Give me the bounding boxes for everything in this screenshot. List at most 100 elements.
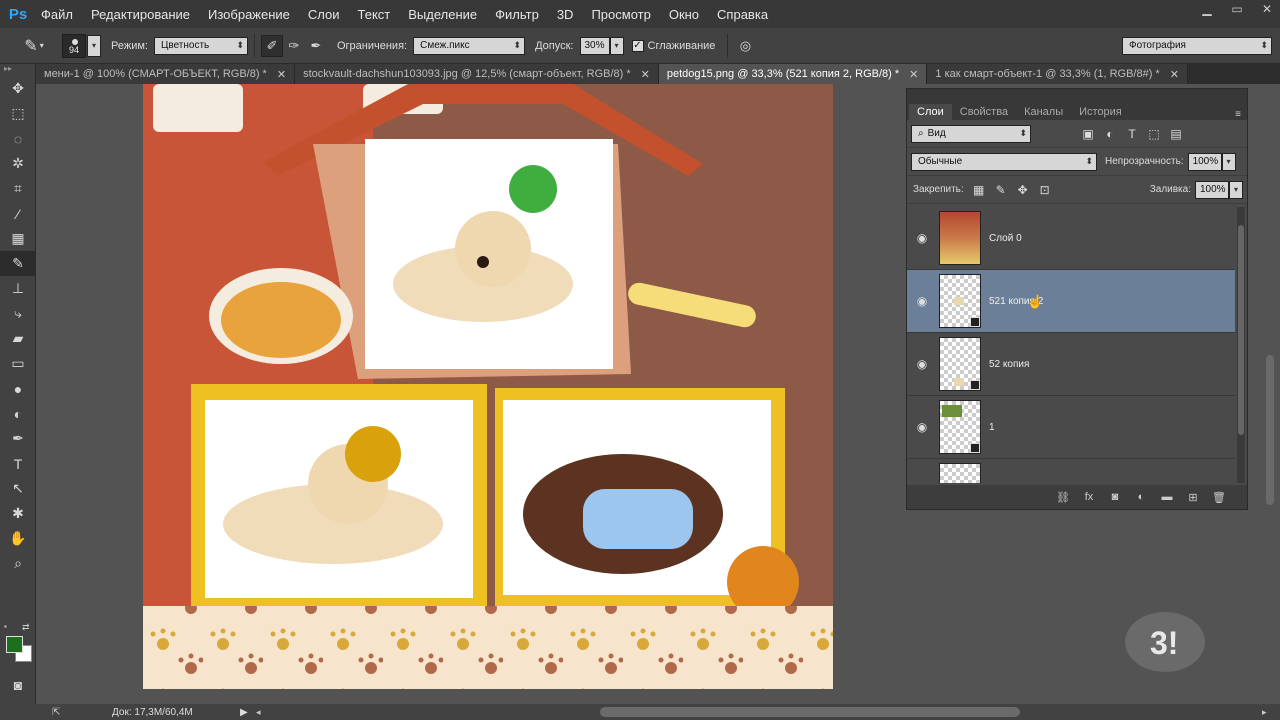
pressure-size-icon[interactable]: ◎ [734, 35, 756, 57]
quick-mask-icon[interactable]: ◙ [0, 672, 36, 697]
layers-scrollbar[interactable] [1237, 207, 1245, 483]
layer-row[interactable] [907, 459, 1235, 483]
tab-layers[interactable]: Слои [909, 104, 952, 120]
filter-type-icon[interactable]: T [1121, 124, 1143, 144]
status-menu-icon[interactable]: ▶ [240, 707, 248, 718]
foreground-color-swatch[interactable] [6, 636, 23, 653]
filter-pixel-icon[interactable]: ▣ [1077, 124, 1099, 144]
healing-tool-icon[interactable]: ▦ [0, 226, 36, 251]
eye-icon[interactable]: ◉ [907, 357, 937, 371]
adjustment-icon[interactable]: ◐ [1131, 491, 1151, 503]
move-tool-icon[interactable]: ✥ [0, 76, 36, 101]
sampling-continuous-icon[interactable]: ✐ [260, 34, 283, 57]
horizontal-scrollbar[interactable] [600, 707, 1020, 717]
path-select-tool-icon[interactable]: ↖ [0, 476, 36, 501]
opacity-input[interactable]: 100% [1187, 152, 1222, 171]
limits-select[interactable]: Смеж.пикс [413, 36, 526, 55]
crop-tool-icon[interactable]: ⌗ [0, 176, 36, 201]
scroll-right-icon[interactable]: ▸ [1262, 707, 1267, 718]
fx-icon[interactable]: fx [1079, 491, 1099, 503]
mode-select[interactable]: Цветность [153, 36, 248, 55]
tab-document-4[interactable]: 1 как смарт-объект-1 @ 33,3% (1, RGB/8#)… [927, 64, 1188, 84]
tolerance-input[interactable]: 30% [579, 36, 610, 55]
lock-pixels-icon[interactable]: ✎ [990, 180, 1012, 200]
maximize-icon[interactable]: ▭ [1230, 2, 1244, 16]
pen-tool-icon[interactable]: ✒ [0, 426, 36, 451]
document-canvas[interactable] [143, 84, 833, 689]
layer-row[interactable]: ◉ 1 [907, 396, 1235, 459]
brush-dropdown[interactable]: ▾ [87, 34, 101, 57]
mask-icon[interactable]: ◙ [1105, 491, 1125, 503]
opacity-dropdown[interactable]: ▾ [1221, 152, 1236, 171]
panel-grip[interactable]: ▸▸ [0, 64, 35, 76]
hand-tool-icon[interactable]: ✋ [0, 526, 36, 551]
blend-mode-select[interactable]: Обычные [911, 152, 1097, 171]
link-icon[interactable]: ⛓ [1053, 491, 1073, 504]
workspace-select[interactable]: Фотография [1122, 36, 1272, 55]
fill-input[interactable]: 100% [1195, 180, 1229, 199]
blur-tool-icon[interactable]: ● [0, 376, 36, 401]
lock-transparent-icon[interactable]: ▦ [968, 180, 990, 200]
panel-header[interactable] [907, 89, 1247, 103]
close-icon[interactable]: ✕ [909, 68, 918, 81]
brush-size-picker[interactable]: 94 [62, 33, 86, 58]
tab-channels[interactable]: Каналы [1016, 104, 1071, 120]
fill-dropdown[interactable]: ▾ [1229, 180, 1243, 199]
panel-menu-icon[interactable]: ≡ [1235, 109, 1241, 120]
menu-type[interactable]: Текст [349, 7, 400, 22]
zoom-tool-icon[interactable]: ⌕ [0, 551, 36, 576]
close-icon[interactable]: ✕ [1170, 68, 1179, 81]
history-brush-tool-icon[interactable]: ⤷ [0, 301, 36, 326]
filter-smart-object-icon[interactable]: ▤ [1165, 124, 1187, 144]
tab-properties[interactable]: Свойства [952, 104, 1016, 120]
layer-row[interactable]: ◉ Слой 0 [907, 207, 1235, 270]
magic-wand-tool-icon[interactable]: ✲ [0, 151, 36, 176]
tolerance-dropdown[interactable]: ▾ [609, 36, 624, 55]
close-icon[interactable]: ✕ [1260, 2, 1274, 16]
filter-adjustment-icon[interactable]: ◐ [1099, 124, 1121, 144]
menu-image[interactable]: Изображение [199, 7, 299, 22]
default-colors-icon[interactable]: ▪ [4, 622, 7, 631]
canvas-area[interactable] [36, 84, 906, 704]
tool-preset-picker[interactable]: ✎ ▾ [14, 32, 54, 60]
eye-icon[interactable]: ◉ [907, 294, 937, 308]
layer-row[interactable]: ◉ 521 копия 2 ☝ [907, 270, 1235, 333]
tab-document-2[interactable]: stockvault-dachshun103093.jpg @ 12,5% (с… [295, 64, 659, 84]
eyedropper-tool-icon[interactable]: ⁄ [0, 201, 36, 226]
menu-help[interactable]: Справка [708, 7, 777, 22]
folder-icon[interactable]: ▬ [1157, 491, 1177, 503]
tab-document-1[interactable]: мени-1 @ 100% (СМАРТ-ОБЪЕКТ, RGB/8) * ✕ [36, 64, 296, 84]
scroll-left-icon[interactable]: ◂ [256, 707, 261, 718]
lock-all-icon[interactable]: ⊡ [1034, 180, 1056, 200]
close-icon[interactable]: ✕ [641, 68, 650, 81]
tab-document-3[interactable]: petdog15.png @ 33,3% (521 копия 2, RGB/8… [658, 64, 928, 84]
close-icon[interactable]: ✕ [277, 68, 286, 81]
menu-layers[interactable]: Слои [299, 7, 349, 22]
tab-history[interactable]: История [1071, 104, 1130, 120]
lock-position-icon[interactable]: ✥ [1012, 180, 1034, 200]
menu-file[interactable]: Файл [32, 7, 82, 22]
brush-tool-icon[interactable]: ✎ [0, 251, 36, 276]
eraser-tool-icon[interactable]: ▰ [0, 326, 36, 351]
minimize-icon[interactable]: ▁ [1200, 2, 1214, 16]
marquee-tool-icon[interactable]: ⬚ [0, 101, 36, 126]
antialias-checkbox[interactable]: ✓ [631, 39, 644, 52]
trash-icon[interactable]: 🗑 [1209, 491, 1229, 504]
sampling-once-icon[interactable]: ✑ [283, 35, 305, 57]
swap-colors-icon[interactable]: ⇄ [22, 622, 30, 633]
dodge-tool-icon[interactable]: ◐ [0, 401, 36, 426]
eye-icon[interactable]: ◉ [907, 231, 937, 245]
lasso-tool-icon[interactable]: ◌ [0, 126, 36, 151]
window-scrollbar[interactable] [1266, 355, 1274, 505]
stamp-tool-icon[interactable]: ⊥ [0, 276, 36, 301]
menu-edit[interactable]: Редактирование [82, 7, 199, 22]
menu-window[interactable]: Окно [660, 7, 708, 22]
eye-icon[interactable]: ◉ [907, 420, 937, 434]
filter-shape-icon[interactable]: ⬚ [1143, 124, 1165, 144]
type-tool-icon[interactable]: T [0, 451, 36, 476]
menu-filter[interactable]: Фильтр [486, 7, 548, 22]
new-layer-icon[interactable]: ⊞ [1183, 491, 1203, 504]
shape-tool-icon[interactable]: ✱ [0, 501, 36, 526]
menu-3d[interactable]: 3D [548, 7, 583, 22]
menu-select[interactable]: Выделение [399, 7, 486, 22]
